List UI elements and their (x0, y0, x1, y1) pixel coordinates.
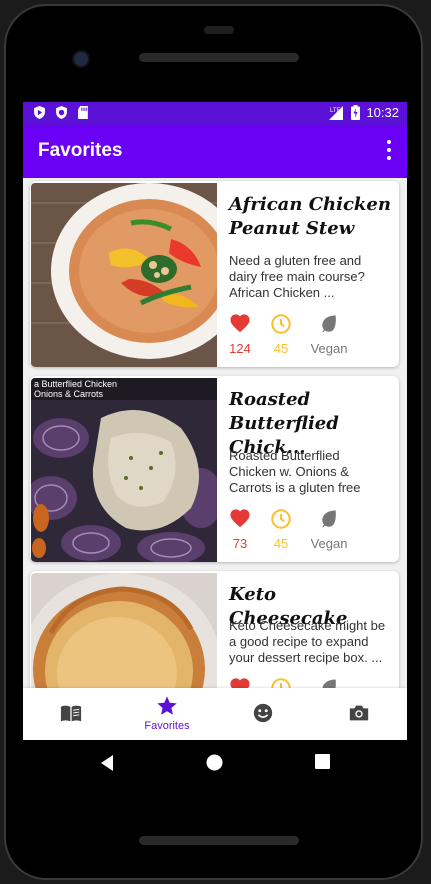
vegan-stat (309, 677, 349, 688)
signal-icon: LTE (329, 105, 344, 120)
minutes-count: 45 (273, 341, 289, 356)
recipe-description: Keto Cheesecake might be a good recipe t… (229, 618, 386, 665)
svg-text:LTE: LTE (330, 108, 341, 114)
leaf-icon (322, 679, 336, 688)
recipe-image: a Butterflied Chicken Onions & Carrots (31, 378, 217, 562)
vegan-stat: Vegan (309, 313, 349, 356)
recipe-image (31, 573, 217, 688)
heart-icon (230, 314, 250, 333)
play-store-icon (56, 106, 67, 119)
system-navigation-bar (23, 740, 407, 788)
bottom-speaker (139, 836, 299, 845)
heart-icon (230, 678, 250, 688)
page-title: Favorites (38, 140, 123, 161)
likes-stat: 73 (229, 508, 251, 551)
sd-card-icon (78, 106, 88, 119)
recipe-description: Roasted Butterflied Chicken w. Onions & … (229, 448, 361, 498)
tab-favorites[interactable]: Favorites (119, 688, 215, 740)
bottom-navigation: Favorites (23, 688, 407, 740)
sensor-slot (204, 26, 234, 34)
image-caption-line: Onions & Carrots (34, 389, 104, 399)
recipe-image (31, 183, 217, 367)
vegan-stat: Vegan (309, 508, 349, 551)
tab-mood[interactable] (215, 688, 311, 740)
tab-camera[interactable] (311, 688, 407, 740)
recipe-stats (229, 677, 399, 688)
back-icon[interactable] (99, 754, 115, 772)
recipe-stats: 73 45 Vegan (229, 508, 399, 551)
recipe-card[interactable]: Keto Cheesecake Keto Cheesecake might be… (30, 571, 399, 688)
tab-recipes[interactable] (23, 688, 119, 740)
leaf-icon (322, 510, 336, 528)
time-stat (269, 677, 293, 688)
recipe-description: Need a gluten free and dairy free main c… (229, 253, 365, 300)
minutes-count: 45 (273, 536, 289, 551)
star-icon (157, 696, 177, 715)
likes-stat (229, 677, 251, 688)
diet-label: Vegan (310, 341, 348, 356)
clock-icon (271, 509, 291, 529)
play-protect-icon (34, 106, 45, 119)
smiley-icon (253, 703, 273, 723)
clock-icon (271, 314, 291, 334)
menu-book-icon (60, 705, 82, 722)
recipe-card[interactable]: African Chicken Peanut Stew Need a glute… (30, 181, 399, 367)
recipe-title: African Chicken Peanut Stew (229, 194, 391, 239)
likes-count: 73 (232, 536, 248, 551)
front-camera (74, 52, 88, 66)
image-caption-line: a Butterflied Chicken (34, 379, 117, 389)
screen: LTE 10:32 Favorites African Chicken Pean… (23, 102, 407, 740)
clock: 10:32 (366, 105, 399, 120)
likes-count: 124 (229, 341, 251, 356)
recents-icon[interactable] (315, 754, 330, 769)
recipe-card[interactable]: a Butterflied Chicken Onions & Carrots R… (30, 376, 399, 562)
recipe-stats: 124 45 Vegan (229, 313, 399, 356)
camera-icon (349, 705, 369, 721)
diet-label: Vegan (310, 536, 348, 551)
overflow-menu-icon[interactable] (385, 140, 393, 160)
likes-stat: 124 (229, 313, 251, 356)
heart-icon (230, 509, 250, 528)
earpiece-speaker (139, 53, 299, 62)
time-stat: 45 (269, 508, 293, 551)
clock-icon (271, 678, 291, 688)
battery-icon (351, 105, 361, 120)
home-icon[interactable] (206, 754, 223, 771)
app-bar: Favorites (23, 125, 407, 178)
recipe-list[interactable]: African Chicken Peanut Stew Need a glute… (23, 178, 407, 688)
leaf-icon (322, 315, 336, 333)
status-bar: LTE 10:32 (23, 102, 407, 125)
tab-label: Favorites (144, 720, 190, 732)
time-stat: 45 (269, 313, 293, 356)
